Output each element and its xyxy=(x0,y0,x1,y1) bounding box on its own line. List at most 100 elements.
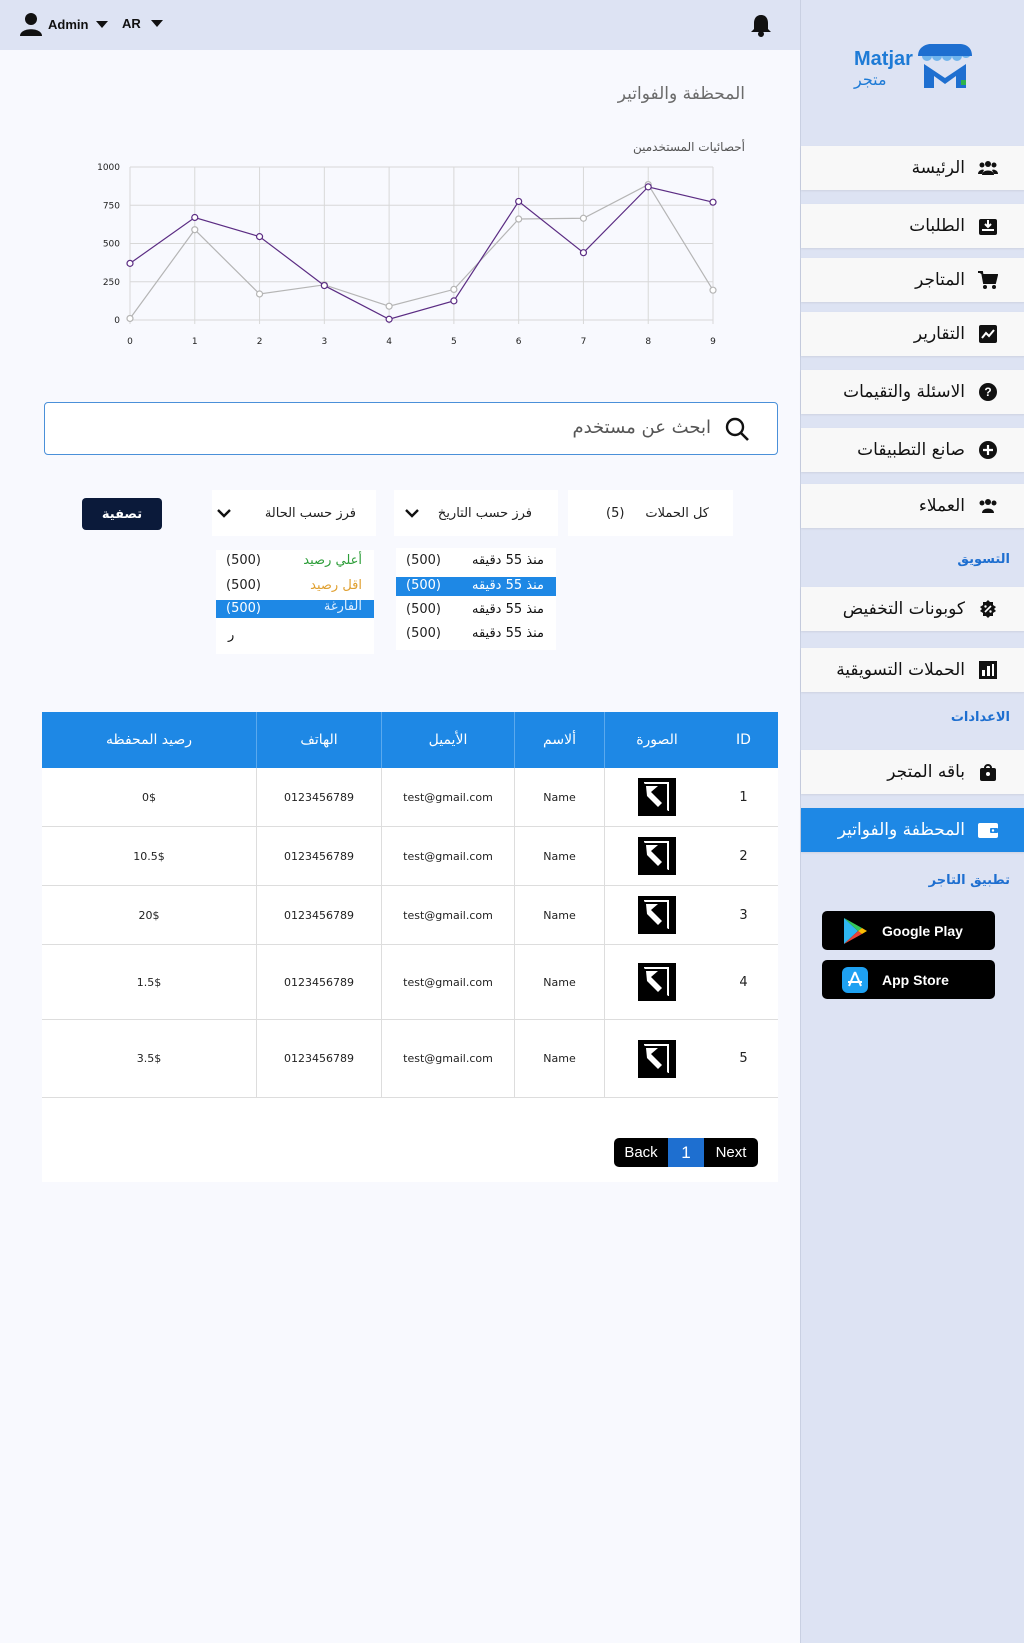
campaigns-filter[interactable]: كل الحملات (5) xyxy=(568,490,733,536)
table-row[interactable]: 4 Name test@gmail.com 0123456789 1.5$ xyxy=(42,945,778,1020)
sidebar-item-wallet[interactable]: المحظفة والفواتير xyxy=(801,808,1024,852)
google-play-button[interactable]: Google Play xyxy=(822,911,995,950)
chart-icon xyxy=(977,323,999,345)
date-option[interactable]: (500) منذ 55 دقيقه xyxy=(396,599,556,621)
data-point xyxy=(191,226,199,234)
marketing-section-title: التسويق xyxy=(957,552,1010,567)
table-row[interactable]: 1 Name test@gmail.com 0123456789 0$ xyxy=(42,768,778,827)
status-sort-select[interactable]: فرز حسب الحالة xyxy=(212,490,376,536)
google-play-label: Google Play xyxy=(882,922,963,939)
data-point xyxy=(126,314,134,323)
image-placeholder-icon xyxy=(638,963,676,1001)
date-option[interactable]: (500) منذ 55 دقيقه xyxy=(396,550,556,572)
cell-name: Name xyxy=(514,886,604,944)
date-option-selected[interactable]: (500) منذ 55 دقيقه xyxy=(396,577,556,596)
svg-text:?: ? xyxy=(984,385,991,399)
sidebar-item-label: كوبونات التخفيض xyxy=(842,599,965,619)
bell-icon[interactable] xyxy=(750,13,772,41)
language-select[interactable]: AR xyxy=(122,16,163,31)
sidebar-item-reports[interactable]: التقارير xyxy=(801,312,1024,356)
option-count: (500) xyxy=(406,626,441,641)
data-point xyxy=(709,286,717,294)
table-header: ID الصورة ألاسم الأيميل الهاتف رصيد المح… xyxy=(42,712,778,768)
cell-email: test@gmail.com xyxy=(381,945,514,1019)
y-tick-label: 500 xyxy=(103,240,120,250)
sidebar-item-store-plan[interactable]: باقه المتجر xyxy=(801,750,1024,794)
cell-image xyxy=(604,827,709,885)
cell-phone: 0123456789 xyxy=(256,827,381,885)
cell-phone: 0123456789 xyxy=(256,768,381,826)
sidebar-item-stores[interactable]: المتاجر xyxy=(801,258,1024,302)
table-row[interactable]: 5 Name test@gmail.com 0123456789 3.5$ xyxy=(42,1020,778,1098)
table-row[interactable]: 2 Name test@gmail.com 0123456789 10.5$ xyxy=(42,827,778,886)
sidebar-item-label: المتاجر xyxy=(915,270,965,290)
y-tick-label: 1000 xyxy=(97,163,120,173)
cell-id: 3 xyxy=(739,907,748,923)
sidebar-item-label: المحظفة والفواتير xyxy=(837,820,965,840)
cell-email: test@gmail.com xyxy=(381,768,514,826)
logo[interactable]: Matjar متجر xyxy=(854,42,974,94)
option-label: أعلي رصيد xyxy=(303,553,362,568)
table-row[interactable]: 3 Name test@gmail.com 0123456789 20$ xyxy=(42,886,778,945)
cell-name: Name xyxy=(514,945,604,1019)
cell-balance: 10.5$ xyxy=(133,849,165,863)
cell-email: test@gmail.com xyxy=(381,827,514,885)
y-tick-label: 0 xyxy=(114,316,120,326)
username: Admin xyxy=(48,16,89,32)
image-placeholder-icon xyxy=(638,1039,676,1078)
user-icon xyxy=(20,13,42,36)
sidebar-item-home[interactable]: الرئيسة xyxy=(801,146,1024,190)
data-point xyxy=(385,302,393,310)
data-point xyxy=(320,281,328,290)
date-sort-select[interactable]: فرز حسب التاريخ xyxy=(394,490,558,536)
option-count: (500) xyxy=(406,578,441,593)
users-icon xyxy=(977,157,999,179)
back-button[interactable]: Back xyxy=(614,1138,668,1167)
filter-button[interactable]: تصفية xyxy=(82,498,162,530)
users-table: ID الصورة ألاسم الأيميل الهاتف رصيد المح… xyxy=(42,712,778,1182)
series-line xyxy=(129,183,714,319)
data-point xyxy=(515,215,523,223)
status-option-empty[interactable]: (500) الفارغة xyxy=(216,599,374,618)
chevron-down-icon xyxy=(217,509,231,518)
x-tick-label: 9 xyxy=(710,337,716,347)
app-store-button[interactable]: App Store xyxy=(822,960,995,999)
cell-phone: 0123456789 xyxy=(256,1020,381,1097)
option-label: الفارغة xyxy=(323,599,362,614)
search-input[interactable]: ابحث عن مستخدم xyxy=(44,402,778,455)
user-menu[interactable]: Admin xyxy=(20,12,109,36)
data-point xyxy=(450,285,458,293)
sidebar-item-app-builder[interactable]: صانع التطبيقات xyxy=(801,428,1024,472)
x-tick-label: 8 xyxy=(645,337,651,347)
sidebar-item-customers[interactable]: العملاء xyxy=(801,484,1024,528)
plus-circle-icon xyxy=(977,439,999,461)
data-point xyxy=(255,290,264,298)
col-id: ID xyxy=(736,732,751,748)
sidebar-item-label: العملاء xyxy=(918,496,965,516)
sidebar-item-orders[interactable]: الطلبات xyxy=(801,204,1024,248)
app-store-label: App Store xyxy=(882,971,949,988)
cell-email: test@gmail.com xyxy=(381,886,514,944)
sidebar-item-questions[interactable]: الاسئلة والتقيمات ? xyxy=(801,370,1024,414)
data-point xyxy=(450,297,458,305)
date-option[interactable]: (500) منذ 55 دقيقه xyxy=(396,623,556,645)
sidebar-item-coupons[interactable]: كوبونات التخفيض xyxy=(801,587,1024,631)
status-dropdown: (500) أعلي رصيد (500) اقل رصيد (500) الف… xyxy=(216,550,374,654)
data-point xyxy=(385,315,393,323)
status-option-highest[interactable]: (500) أعلي رصيد xyxy=(216,550,374,572)
data-point xyxy=(515,197,523,206)
page-number[interactable]: 1 xyxy=(668,1138,704,1167)
discount-badge-icon xyxy=(977,598,999,620)
next-button[interactable]: Next xyxy=(704,1138,758,1167)
x-tick-label: 0 xyxy=(127,337,133,347)
cell-id: 1 xyxy=(739,789,748,805)
status-option-lowest[interactable]: (500) اقل رصيد xyxy=(216,575,374,597)
wallet-icon xyxy=(977,819,999,841)
question-icon: ? xyxy=(977,381,999,403)
cell-id: 2 xyxy=(739,848,748,864)
sidebar-item-campaigns[interactable]: الحملات التسويقية xyxy=(801,648,1024,692)
x-tick-label: 2 xyxy=(257,337,263,347)
x-tick-label: 5 xyxy=(451,337,457,347)
chevron-down-icon xyxy=(405,509,419,518)
y-tick-label: 250 xyxy=(103,278,120,288)
